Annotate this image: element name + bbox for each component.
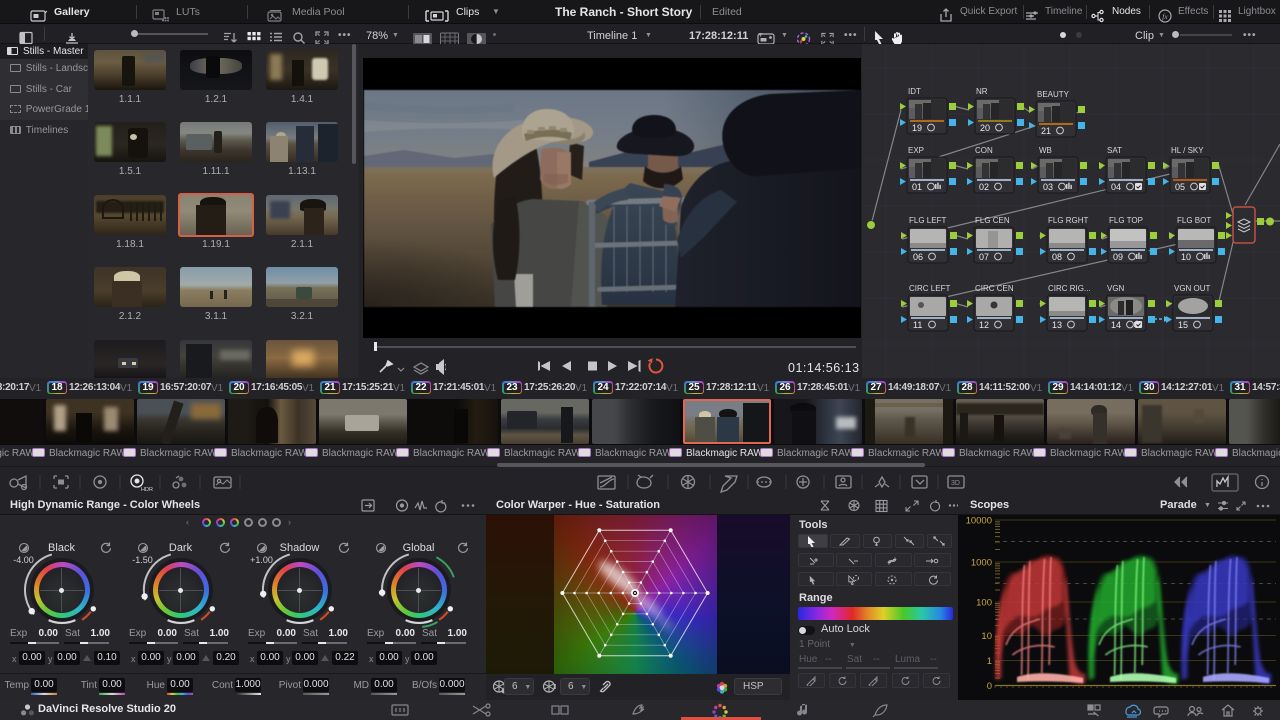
svg-text:0: 0 xyxy=(987,681,992,692)
svg-text:1: 1 xyxy=(987,656,992,667)
svg-text:12: 12 xyxy=(979,320,989,330)
svg-text:1000: 1000 xyxy=(971,558,992,569)
svg-text:WB: WB xyxy=(1039,146,1052,155)
svg-text:10: 10 xyxy=(1181,252,1191,262)
svg-text:FLG LEFT: FLG LEFT xyxy=(909,216,946,225)
svg-text:fx: fx xyxy=(1162,12,1168,21)
svg-text:IDT: IDT xyxy=(908,87,921,96)
svg-text:HL / SKY: HL / SKY xyxy=(1171,146,1204,155)
svg-text:10000: 10000 xyxy=(966,516,992,527)
svg-text:VGN OUT: VGN OUT xyxy=(1174,284,1211,293)
svg-text:HDR: HDR xyxy=(141,487,153,493)
svg-text:FLG BOT: FLG BOT xyxy=(1177,216,1211,225)
svg-text:EXP: EXP xyxy=(908,146,924,155)
svg-text:05: 05 xyxy=(1175,182,1185,192)
svg-text:02: 02 xyxy=(979,182,989,192)
svg-text:CIRC LEFT: CIRC LEFT xyxy=(909,284,950,293)
svg-text:3D: 3D xyxy=(951,480,960,487)
svg-text:20: 20 xyxy=(980,123,990,133)
svg-text:FLG TOP: FLG TOP xyxy=(1109,216,1143,225)
svg-text:04: 04 xyxy=(1111,182,1121,192)
svg-text:FLG RGHT: FLG RGHT xyxy=(1048,216,1089,225)
svg-text:01: 01 xyxy=(912,182,922,192)
svg-text:CON: CON xyxy=(975,146,993,155)
svg-text:03: 03 xyxy=(1043,182,1053,192)
svg-text:08: 08 xyxy=(1052,252,1062,262)
svg-text:21: 21 xyxy=(1041,126,1051,136)
svg-text:14: 14 xyxy=(1111,320,1121,330)
svg-text:07: 07 xyxy=(979,252,989,262)
svg-text:19: 19 xyxy=(912,123,922,133)
svg-text:CIRC RIG...: CIRC RIG... xyxy=(1048,284,1091,293)
svg-text:NR: NR xyxy=(976,87,988,96)
svg-text:SAT: SAT xyxy=(1107,146,1122,155)
svg-text:09: 09 xyxy=(1113,252,1123,262)
svg-text:100: 100 xyxy=(976,598,992,609)
svg-text:11: 11 xyxy=(913,320,922,330)
svg-text:10: 10 xyxy=(981,631,992,642)
svg-text:13: 13 xyxy=(1052,320,1062,330)
svg-text:15: 15 xyxy=(1178,320,1188,330)
svg-text:06: 06 xyxy=(913,252,923,262)
svg-text:CIRC CEN: CIRC CEN xyxy=(975,284,1014,293)
svg-text:VGN: VGN xyxy=(1107,284,1125,293)
svg-text:FLG CEN: FLG CEN xyxy=(975,216,1010,225)
svg-text:BEAUTY: BEAUTY xyxy=(1037,90,1070,99)
